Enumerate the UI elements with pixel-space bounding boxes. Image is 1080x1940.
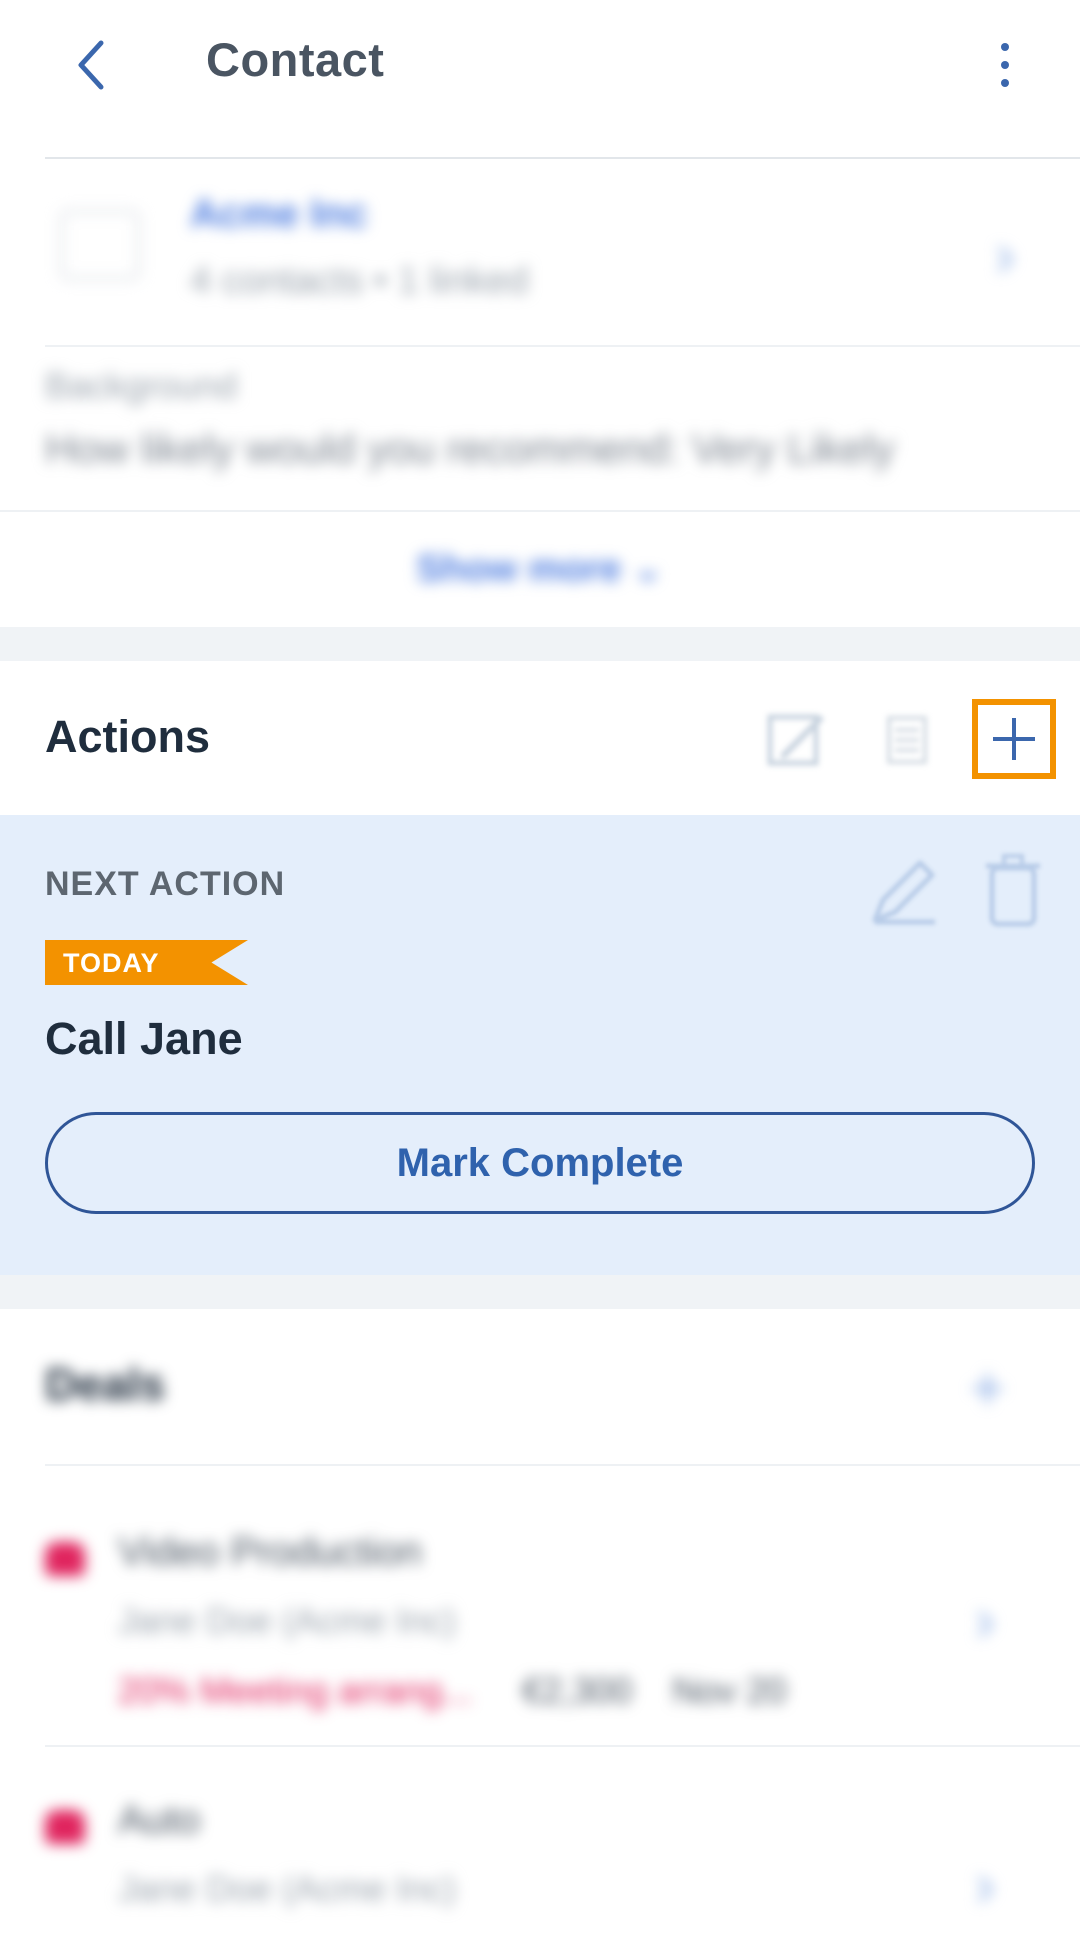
deal-item[interactable]: Auto Jane Doe (Acme Inc) › (0, 1750, 1080, 1940)
edit-actions-button[interactable] (762, 705, 832, 775)
trash-icon (986, 854, 1040, 927)
more-vertical-icon (1001, 43, 1009, 51)
next-action-card: NEXT ACTION TODAY Call Jane Mark Complet… (0, 815, 1080, 1275)
chevron-right-icon: › (975, 1586, 995, 1653)
chevron-right-icon: › (995, 221, 1015, 288)
today-badge: TODAY (45, 940, 248, 985)
add-action-button[interactable] (972, 699, 1056, 779)
app-header: Contact (0, 0, 1080, 158)
show-more-row: Show more ⌄ (0, 510, 1080, 625)
actions-title: Actions (45, 711, 211, 762)
edit-next-action-button[interactable] (865, 850, 945, 930)
mark-complete-button[interactable]: Mark Complete (45, 1112, 1035, 1214)
company-row[interactable]: Acme Inc 4 contacts • 1 linked › (45, 160, 1080, 340)
deal-item[interactable]: Video Production Jane Doe (Acme Inc) 20%… (0, 1470, 1080, 1740)
pencil-icon (872, 860, 935, 925)
back-button[interactable] (56, 30, 126, 100)
chevron-left-icon (78, 40, 104, 90)
header-divider (45, 157, 1080, 159)
page-title: Contact (206, 33, 385, 86)
deal-person: Jane Doe (Acme Inc) (118, 1868, 457, 1909)
chevron-right-icon: › (975, 1851, 995, 1918)
company-name: Acme Inc (190, 192, 368, 236)
edit-icon (767, 714, 825, 766)
deal-stage: 20% Meeting arrang... (118, 1670, 473, 1711)
today-badge-label: TODAY (63, 948, 160, 978)
background-value: How likely would you recommend: Very Lik… (45, 425, 895, 472)
divider (45, 1464, 1080, 1466)
company-subtitle: 4 contacts • 1 linked (190, 260, 529, 302)
divider (45, 1745, 1080, 1747)
deal-briefcase-icon (45, 1542, 85, 1576)
show-more-button[interactable]: Show more ⌄ (416, 546, 663, 591)
deals-section-header: Deals + (0, 1309, 1080, 1464)
deal-date: Nov 20 (672, 1670, 787, 1711)
more-options-button[interactable] (980, 30, 1030, 100)
actions-section-header: Actions (0, 661, 1080, 816)
deal-name: Video Production (118, 1530, 422, 1574)
background-field: Background How likely would you recommen… (45, 365, 1045, 473)
deal-briefcase-icon (45, 1810, 85, 1844)
deal-meta: 20% Meeting arrang... €2,300 Nov 20 (118, 1670, 786, 1712)
add-deal-button[interactable]: + (970, 1354, 1005, 1423)
next-action-title: Call Jane (45, 1013, 243, 1064)
section-gap (0, 627, 1080, 661)
building-icon (60, 210, 140, 280)
deal-name: Auto (118, 1798, 201, 1842)
deal-value: €2,300 (522, 1670, 633, 1711)
list-view-button[interactable] (872, 705, 942, 775)
divider (45, 345, 1080, 347)
deals-title: Deals (45, 1359, 166, 1410)
delete-next-action-button[interactable] (978, 850, 1048, 930)
plus-icon (993, 718, 1035, 760)
deal-person: Jane Doe (Acme Inc) (118, 1600, 457, 1641)
background-label: Background (45, 365, 238, 406)
next-action-label: NEXT ACTION (45, 865, 286, 903)
list-icon (887, 716, 927, 764)
section-gap (0, 1275, 1080, 1309)
